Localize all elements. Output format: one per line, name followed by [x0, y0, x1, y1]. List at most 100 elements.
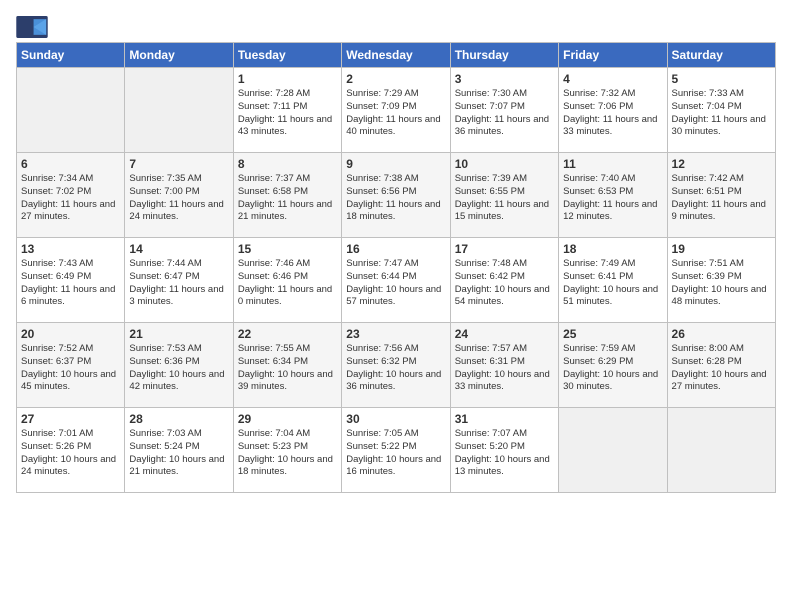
calendar-cell: 5Sunrise: 7:33 AM Sunset: 7:04 PM Daylig…	[667, 68, 775, 153]
calendar-week-row: 20 Sunrise: 7:52 AM Sunset: 6:37 PM Dayli…	[17, 323, 776, 408]
calendar-cell: 23Sunrise: 7:56 AM Sunset: 6:32 PM Dayli…	[342, 323, 450, 408]
day-number: 19	[672, 242, 771, 256]
day-number: 11	[563, 157, 662, 171]
day-detail: Sunrise: 7:29 AM Sunset: 7:09 PM Dayligh…	[346, 88, 445, 139]
calendar-week-row: 6 Sunrise: 7:34 AM Sunset: 7:02 PM Daylig…	[17, 153, 776, 238]
day-detail: Sunrise: 7:39 AM Sunset: 6:55 PM Dayligh…	[455, 173, 554, 224]
calendar-cell: 29 Sunrise: 7:04 AM Sunset: 5:23 PM Dayli…	[233, 408, 341, 493]
day-detail: Sunrise: 7:55 AM Sunset: 6:34 PM Dayligh…	[238, 343, 337, 394]
calendar-cell	[559, 408, 667, 493]
calendar-cell: 21 Sunrise: 7:53 AM Sunset: 6:36 PM Dayli…	[125, 323, 233, 408]
calendar-cell: 31 Sunrise: 7:07 AM Sunset: 5:20 PM Dayli…	[450, 408, 558, 493]
day-detail: Sunrise: 7:38 AM Sunset: 6:56 PM Dayligh…	[346, 173, 445, 224]
day-number: 30	[346, 412, 445, 426]
weekday-header-saturday: Saturday	[667, 43, 775, 68]
day-number: 31	[455, 412, 554, 426]
day-detail: Sunrise: 7:37 AM Sunset: 6:58 PM Dayligh…	[238, 173, 337, 224]
calendar-cell: 30 Sunrise: 7:05 AM Sunset: 5:22 PM Dayli…	[342, 408, 450, 493]
calendar-cell: 4Sunrise: 7:32 AM Sunset: 7:06 PM Daylig…	[559, 68, 667, 153]
day-detail: Sunrise: 7:51 AM Sunset: 6:39 PM Dayligh…	[672, 258, 771, 309]
day-number: 29	[238, 412, 337, 426]
calendar-cell: 24Sunrise: 7:57 AM Sunset: 6:31 PM Dayli…	[450, 323, 558, 408]
day-detail: Sunrise: 7:48 AM Sunset: 6:42 PM Dayligh…	[455, 258, 554, 309]
day-detail: Sunrise: 7:07 AM Sunset: 5:20 PM Dayligh…	[455, 428, 554, 479]
day-number: 12	[672, 157, 771, 171]
day-number: 27	[21, 412, 120, 426]
day-number: 17	[455, 242, 554, 256]
day-number: 22	[238, 327, 337, 341]
calendar-cell: 13Sunrise: 7:43 AM Sunset: 6:49 PM Dayli…	[17, 238, 125, 323]
weekday-header-tuesday: Tuesday	[233, 43, 341, 68]
calendar-week-row: 13Sunrise: 7:43 AM Sunset: 6:49 PM Dayli…	[17, 238, 776, 323]
weekday-header-friday: Friday	[559, 43, 667, 68]
weekday-header-sunday: Sunday	[17, 43, 125, 68]
day-number: 2	[346, 72, 445, 86]
logo-icon	[16, 16, 48, 38]
day-detail: Sunrise: 7:35 AM Sunset: 7:00 PM Dayligh…	[129, 173, 228, 224]
calendar-cell	[125, 68, 233, 153]
calendar-header-row: SundayMondayTuesdayWednesdayThursdayFrid…	[17, 43, 776, 68]
weekday-header-monday: Monday	[125, 43, 233, 68]
day-detail: Sunrise: 7:43 AM Sunset: 6:49 PM Dayligh…	[21, 258, 120, 309]
day-detail: Sunrise: 7:53 AM Sunset: 6:36 PM Dayligh…	[129, 343, 228, 394]
day-number: 18	[563, 242, 662, 256]
calendar-cell: 7 Sunrise: 7:35 AM Sunset: 7:00 PM Daylig…	[125, 153, 233, 238]
calendar-cell: 6 Sunrise: 7:34 AM Sunset: 7:02 PM Daylig…	[17, 153, 125, 238]
day-detail: Sunrise: 7:32 AM Sunset: 7:06 PM Dayligh…	[563, 88, 662, 139]
calendar-cell: 8 Sunrise: 7:37 AM Sunset: 6:58 PM Daylig…	[233, 153, 341, 238]
day-number: 7	[129, 157, 228, 171]
day-detail: Sunrise: 7:52 AM Sunset: 6:37 PM Dayligh…	[21, 343, 120, 394]
calendar-cell: 3 Sunrise: 7:30 AM Sunset: 7:07 PM Daylig…	[450, 68, 558, 153]
day-detail: Sunrise: 7:56 AM Sunset: 6:32 PM Dayligh…	[346, 343, 445, 394]
day-detail: Sunrise: 7:59 AM Sunset: 6:29 PM Dayligh…	[563, 343, 662, 394]
calendar-cell: 17 Sunrise: 7:48 AM Sunset: 6:42 PM Dayli…	[450, 238, 558, 323]
day-detail: Sunrise: 7:44 AM Sunset: 6:47 PM Dayligh…	[129, 258, 228, 309]
calendar-cell: 2 Sunrise: 7:29 AM Sunset: 7:09 PM Daylig…	[342, 68, 450, 153]
day-detail: Sunrise: 7:34 AM Sunset: 7:02 PM Dayligh…	[21, 173, 120, 224]
calendar-week-row: 27 Sunrise: 7:01 AM Sunset: 5:26 PM Dayli…	[17, 408, 776, 493]
calendar-cell: 15 Sunrise: 7:46 AM Sunset: 6:46 PM Dayli…	[233, 238, 341, 323]
day-detail: Sunrise: 7:05 AM Sunset: 5:22 PM Dayligh…	[346, 428, 445, 479]
calendar-cell: 18 Sunrise: 7:49 AM Sunset: 6:41 PM Dayli…	[559, 238, 667, 323]
day-detail: Sunrise: 7:49 AM Sunset: 6:41 PM Dayligh…	[563, 258, 662, 309]
day-number: 3	[455, 72, 554, 86]
calendar-cell: 11Sunrise: 7:40 AM Sunset: 6:53 PM Dayli…	[559, 153, 667, 238]
day-detail: Sunrise: 7:47 AM Sunset: 6:44 PM Dayligh…	[346, 258, 445, 309]
calendar-cell: 22 Sunrise: 7:55 AM Sunset: 6:34 PM Dayli…	[233, 323, 341, 408]
day-number: 8	[238, 157, 337, 171]
page-header	[16, 16, 776, 38]
day-detail: Sunrise: 7:30 AM Sunset: 7:07 PM Dayligh…	[455, 88, 554, 139]
day-number: 20	[21, 327, 120, 341]
day-detail: Sunrise: 7:46 AM Sunset: 6:46 PM Dayligh…	[238, 258, 337, 309]
calendar-cell: 27 Sunrise: 7:01 AM Sunset: 5:26 PM Dayli…	[17, 408, 125, 493]
day-number: 15	[238, 242, 337, 256]
day-number: 25	[563, 327, 662, 341]
day-number: 26	[672, 327, 771, 341]
day-number: 9	[346, 157, 445, 171]
day-number: 21	[129, 327, 228, 341]
logo	[16, 16, 52, 38]
calendar-cell: 19 Sunrise: 7:51 AM Sunset: 6:39 PM Dayli…	[667, 238, 775, 323]
calendar-cell: 20 Sunrise: 7:52 AM Sunset: 6:37 PM Dayli…	[17, 323, 125, 408]
calendar-cell: 1 Sunrise: 7:28 AM Sunset: 7:11 PM Daylig…	[233, 68, 341, 153]
calendar-cell: 14 Sunrise: 7:44 AM Sunset: 6:47 PM Dayli…	[125, 238, 233, 323]
day-detail: Sunrise: 7:28 AM Sunset: 7:11 PM Dayligh…	[238, 88, 337, 139]
day-detail: Sunrise: 7:01 AM Sunset: 5:26 PM Dayligh…	[21, 428, 120, 479]
day-detail: Sunrise: 7:42 AM Sunset: 6:51 PM Dayligh…	[672, 173, 771, 224]
day-number: 24	[455, 327, 554, 341]
calendar-cell: 16Sunrise: 7:47 AM Sunset: 6:44 PM Dayli…	[342, 238, 450, 323]
calendar-cell: 9 Sunrise: 7:38 AM Sunset: 6:56 PM Daylig…	[342, 153, 450, 238]
weekday-header-wednesday: Wednesday	[342, 43, 450, 68]
day-number: 6	[21, 157, 120, 171]
calendar-cell: 28Sunrise: 7:03 AM Sunset: 5:24 PM Dayli…	[125, 408, 233, 493]
calendar-table: SundayMondayTuesdayWednesdayThursdayFrid…	[16, 42, 776, 493]
calendar-cell: 10Sunrise: 7:39 AM Sunset: 6:55 PM Dayli…	[450, 153, 558, 238]
calendar-cell: 12 Sunrise: 7:42 AM Sunset: 6:51 PM Dayli…	[667, 153, 775, 238]
day-number: 1	[238, 72, 337, 86]
calendar-week-row: 1 Sunrise: 7:28 AM Sunset: 7:11 PM Daylig…	[17, 68, 776, 153]
day-detail: Sunrise: 8:00 AM Sunset: 6:28 PM Dayligh…	[672, 343, 771, 394]
day-detail: Sunrise: 7:04 AM Sunset: 5:23 PM Dayligh…	[238, 428, 337, 479]
weekday-header-thursday: Thursday	[450, 43, 558, 68]
day-number: 14	[129, 242, 228, 256]
day-number: 28	[129, 412, 228, 426]
